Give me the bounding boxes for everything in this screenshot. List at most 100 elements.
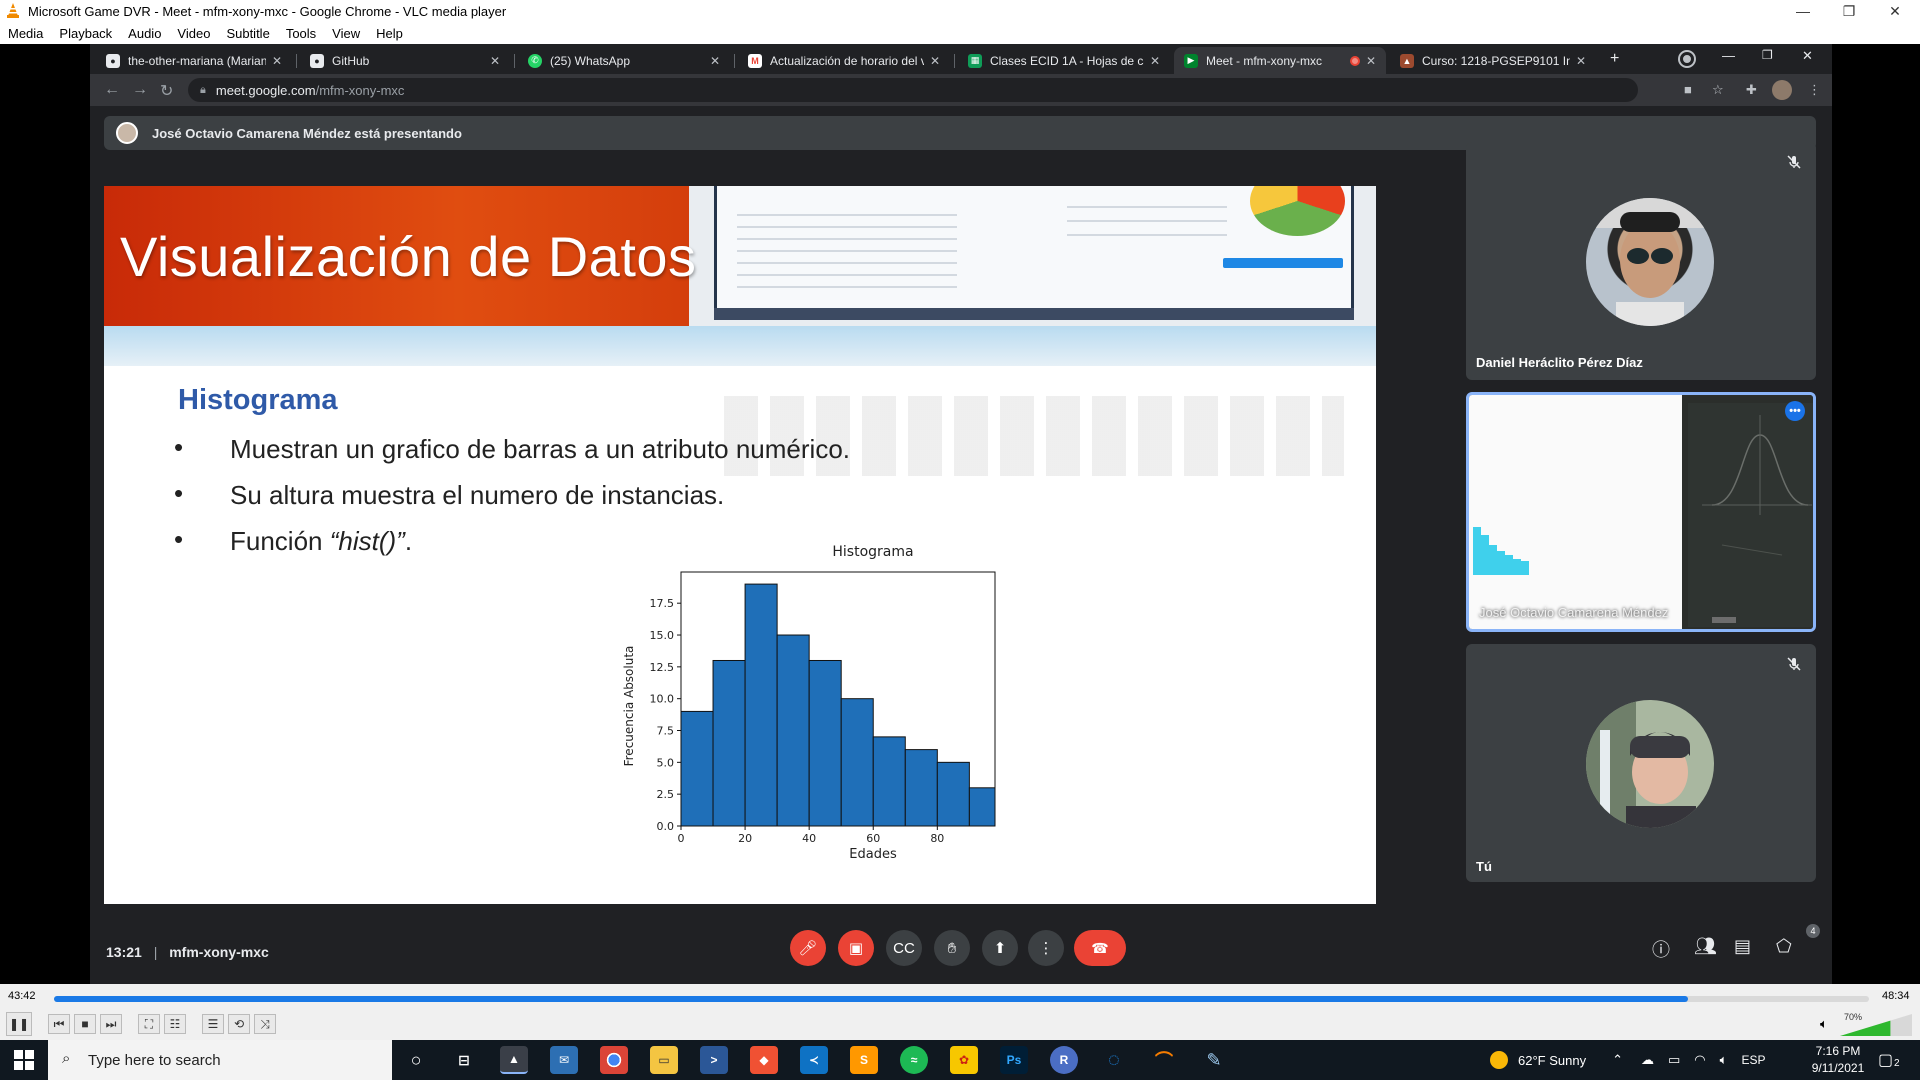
video-area[interactable]: ● the-other-mariana (Mariana Áva ✕ ● Git… [0,44,1920,984]
chrome-menu-icon[interactable]: ⋮ [1808,82,1821,98]
chrome-close-icon[interactable]: ✕ [1802,48,1813,64]
elapsed-time: 43:42 [8,990,36,1002]
chrome-taskbar-icon[interactable] [600,1046,628,1074]
playlist-button[interactable]: ☰ [202,1014,224,1034]
onedrive-icon[interactable]: ☁ [1641,1052,1654,1068]
git-icon[interactable]: ◆ [750,1046,778,1074]
reload-icon[interactable]: ↻ [160,81,173,101]
menu-view[interactable]: View [324,26,368,41]
menu-audio[interactable]: Audio [120,26,169,41]
tab-close-icon[interactable]: ✕ [1150,54,1160,68]
chrome-minimize-icon[interactable]: — [1722,48,1735,63]
tab-close-icon[interactable]: ✕ [272,54,282,68]
chat-icon[interactable]: ▤ [1734,936,1751,957]
photoshop-icon[interactable]: Ps [1000,1046,1028,1074]
forward-icon[interactable]: → [132,81,148,99]
leave-call-button[interactable]: ☎︎ [1074,930,1126,966]
previous-button[interactable]: ⏮︎ [48,1014,70,1034]
more-options-icon[interactable]: ••• [1785,401,1805,421]
pause-button[interactable]: ❚❚ [6,1012,32,1036]
volume-icon[interactable]: 🔈︎ [1720,1052,1728,1068]
task-view-icon[interactable]: ⊟ [450,1046,478,1074]
meeting-details-icon[interactable]: ⓘ [1652,936,1670,962]
spotify-icon[interactable]: ≈ [900,1046,928,1074]
chevron-up-icon[interactable]: ⌃ [1612,1052,1623,1068]
weather-text[interactable]: 62°F Sunny [1518,1053,1586,1068]
tab-search-icon[interactable] [1680,52,1694,66]
menu-subtitle[interactable]: Subtitle [218,26,277,41]
tab-github-profile[interactable]: ● the-other-mariana (Mariana Áva ✕ [96,47,292,74]
taskbar-clock[interactable]: 7:16 PM 9/11/2021 [1808,1043,1868,1077]
restore-icon[interactable]: ❐ [1826,0,1872,22]
next-button[interactable]: ⏭︎ [100,1014,122,1034]
address-bar[interactable]: 🔒︎ meet.google.com/mfm-xony-mxc [188,78,1638,102]
extensions-icon[interactable]: ✚ [1746,82,1757,98]
profile-avatar[interactable] [1772,80,1792,100]
new-tab-icon[interactable]: + [1610,50,1619,68]
people-icon[interactable]: 👥︎ [1694,936,1717,957]
jupyter-icon[interactable]: ⌒ [1150,1046,1178,1074]
tab-close-icon[interactable]: ✕ [490,54,500,68]
loop-button[interactable]: ⟲ [228,1014,250,1034]
tab-gmail[interactable]: M Actualización de horario del vie ✕ [738,47,950,74]
minimize-icon[interactable]: — [1780,0,1826,22]
sync-app-icon[interactable]: ◌ [1100,1046,1128,1074]
more-options-button[interactable]: ⋮ [1028,930,1064,966]
seek-bar[interactable] [54,996,1869,1002]
presenter-tile[interactable]: ••• José Octavio Camarena Méndez [1466,392,1816,632]
wifi-icon[interactable]: ◠ [1694,1052,1705,1068]
python-app-icon[interactable]: ✎ [1200,1046,1228,1074]
menu-help[interactable]: Help [368,26,411,41]
extended-settings-button[interactable]: ☷ [164,1014,186,1034]
omnibox-bar: ← → ↻ 🔒︎ meet.google.com/mfm-xony-mxc ■ … [90,74,1832,106]
histogram-chart: Histograma Edades Frecuencia Absoluta 0 2… [622,544,996,862]
stop-button[interactable]: ■ [74,1014,96,1034]
bookmark-star-icon[interactable]: ☆ [1712,82,1724,98]
camera-toggle-button[interactable]: ▣ [838,930,874,966]
notifications-icon[interactable]: ▢ [1878,1050,1893,1070]
weather-sun-icon[interactable] [1490,1051,1508,1069]
fullscreen-button[interactable]: ⛶ [138,1014,160,1034]
vscode-icon[interactable]: ≺ [800,1046,828,1074]
powershell-icon[interactable]: > [700,1046,728,1074]
tab-close-icon[interactable]: ✕ [1576,54,1586,68]
file-explorer-icon[interactable]: ▭ [650,1046,678,1074]
cortana-icon[interactable]: ○ [402,1046,430,1074]
camera-icon[interactable]: ■ [1684,82,1692,97]
mic-toggle-button[interactable]: 🎤︎ [790,930,826,966]
tab-close-icon[interactable]: ✕ [710,54,720,68]
language-indicator[interactable]: ESP [1741,1053,1765,1067]
taskbar-search-box[interactable]: ⌕ Type here to search [48,1040,392,1080]
whatsapp-icon: ✆ [528,53,542,68]
tab-sheets[interactable]: ▦ Clases ECID 1A - Hojas de cálcul ✕ [958,47,1170,74]
vlc-taskbar-icon[interactable]: ▲ [500,1046,528,1074]
r-app-icon[interactable]: R [1050,1046,1078,1074]
activities-icon[interactable]: ⬠ [1776,936,1792,957]
menu-video[interactable]: Video [169,26,218,41]
y-tick-label: 15.0 [650,629,675,642]
tab-course[interactable]: ▲ Curso: 1218-PGSEP9101 Introdu ✕ [1390,47,1596,74]
mail-app-icon[interactable]: ✉ [550,1046,578,1074]
tab-github[interactable]: ● GitHub ✕ [300,47,510,74]
tab-close-icon[interactable]: ✕ [1366,54,1376,68]
back-icon[interactable]: ← [104,81,120,99]
battery-icon[interactable]: ▭ [1668,1052,1680,1068]
menu-playback[interactable]: Playback [51,26,120,41]
chrome-restore-icon[interactable]: ❐ [1762,48,1773,62]
slide-banner: Visualización de Datos [104,186,1376,366]
sublime-icon[interactable]: S [850,1046,878,1074]
menu-tools[interactable]: Tools [278,26,324,41]
tab-whatsapp[interactable]: ✆ (25) WhatsApp ✕ [518,47,730,74]
captions-button[interactable]: CC [886,930,922,966]
close-icon[interactable]: ✕ [1872,0,1918,22]
tab-close-icon[interactable]: ✕ [930,54,940,68]
shuffle-button[interactable]: ⤨ [254,1014,276,1034]
raise-hand-button[interactable]: ✋︎ [934,930,970,966]
sticky-app-icon[interactable]: ✿ [950,1046,978,1074]
present-button[interactable]: ⬆ [982,930,1018,966]
self-tile[interactable]: Tú [1466,644,1816,882]
menu-media[interactable]: Media [0,26,51,41]
windows-start-icon[interactable] [14,1050,34,1070]
tab-meet[interactable]: ▶ Meet - mfm-xony-mxc ✕ [1174,47,1386,74]
participant-tile[interactable]: Daniel Heráclito Pérez Díaz [1466,142,1816,380]
